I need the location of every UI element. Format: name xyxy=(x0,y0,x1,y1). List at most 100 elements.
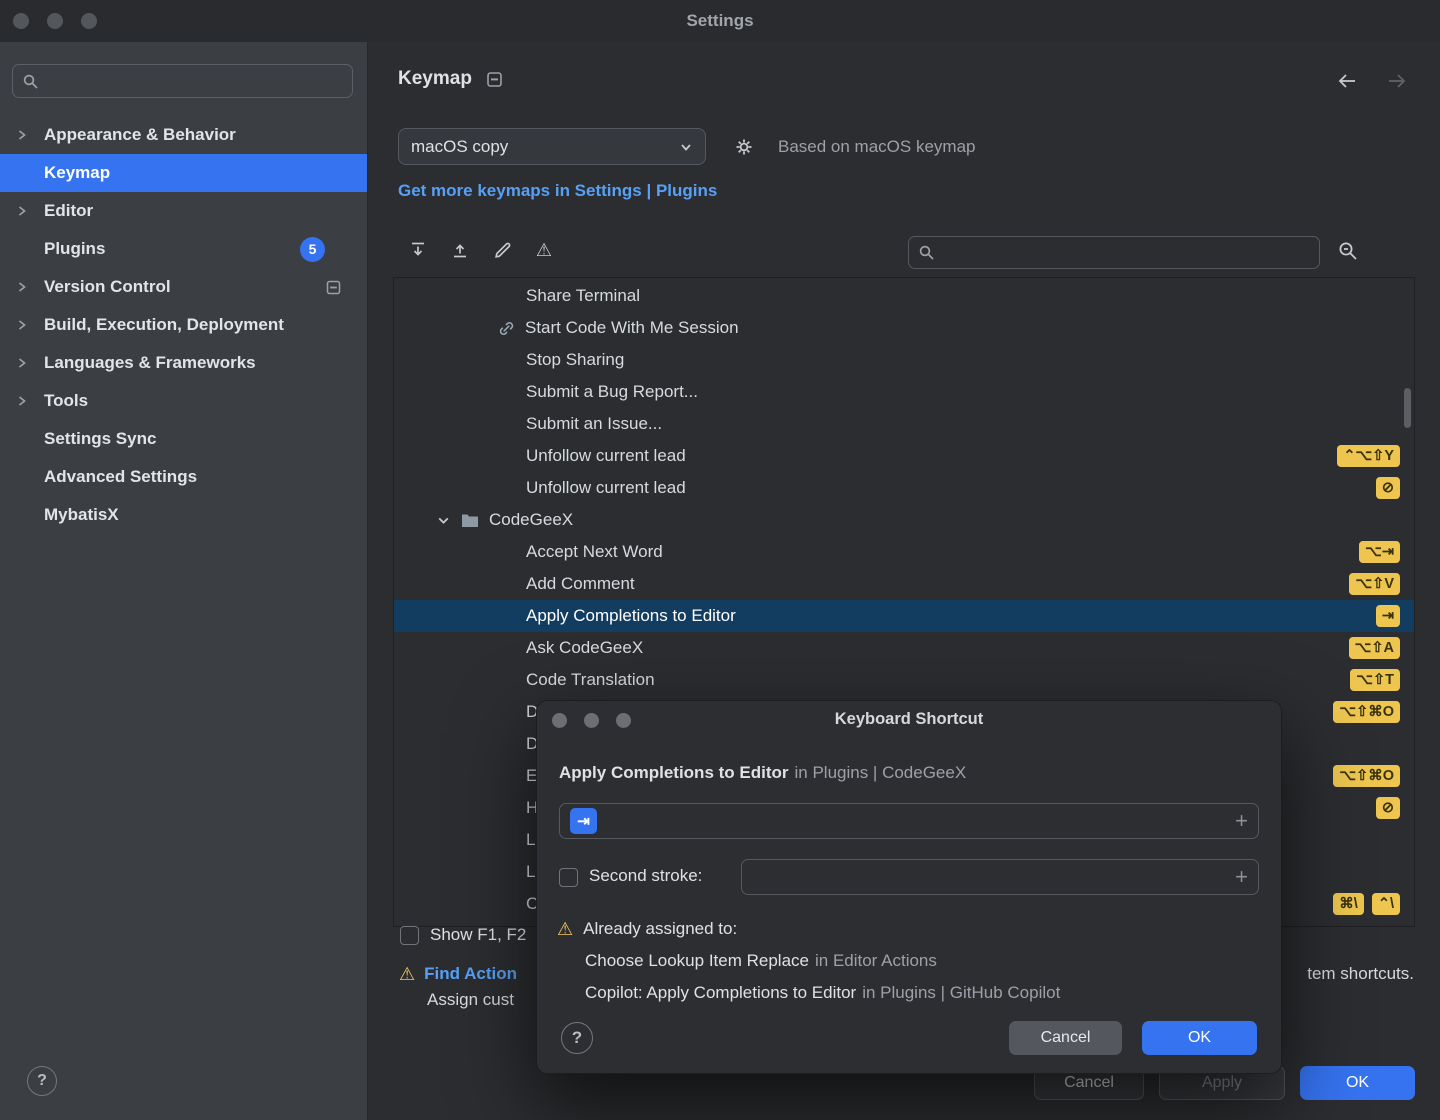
dialog-close-button[interactable] xyxy=(552,713,567,728)
tab-key-chip[interactable]: ⇥ xyxy=(570,808,597,834)
tree-row-stop-sharing[interactable]: Stop Sharing xyxy=(394,344,1414,376)
conflict-name: Copilot: Apply Completions to Editor xyxy=(585,983,856,1002)
sidebar-item-settings-sync[interactable]: Settings Sync xyxy=(0,420,367,458)
sidebar-search-input[interactable] xyxy=(46,72,343,90)
dialog-title: Keyboard Shortcut xyxy=(537,710,1281,729)
action-label: Submit an Issue... xyxy=(526,414,662,434)
gear-icon[interactable] xyxy=(734,137,754,157)
shortcut-badge: ⊘ xyxy=(1376,477,1400,499)
sidebar-item-label: MybatisX xyxy=(44,505,119,525)
warning-icon: ⚠ xyxy=(399,965,415,983)
tree-row-add-comment[interactable]: Add Comment⌥⇧V xyxy=(394,568,1414,600)
actions-search-input[interactable] xyxy=(942,244,1310,262)
action-label: Accept Next Word xyxy=(526,542,663,562)
sidebar-item-tools[interactable]: Tools xyxy=(0,382,367,420)
minimize-window-button[interactable] xyxy=(47,13,63,29)
second-stroke-label: Second stroke: xyxy=(589,866,702,886)
sidebar-item-build-execution-deployment[interactable]: Build, Execution, Deployment xyxy=(0,306,367,344)
add-second-stroke-icon[interactable]: + xyxy=(1235,866,1248,888)
actions-search-field[interactable] xyxy=(908,236,1320,269)
sidebar-item-mybatisx[interactable]: MybatisX xyxy=(0,496,367,534)
tree-scrollbar[interactable] xyxy=(1404,388,1411,428)
show-fkeys-checkbox[interactable] xyxy=(400,926,419,945)
second-stroke-field[interactable]: + xyxy=(741,859,1259,895)
back-arrow-icon[interactable] xyxy=(1336,72,1358,90)
dialog-minimize-button[interactable] xyxy=(584,713,599,728)
sidebar-item-editor[interactable]: Editor xyxy=(0,192,367,230)
shortcut-badge: ⌘\ xyxy=(1333,893,1364,915)
sidebar-item-label: Build, Execution, Deployment xyxy=(44,315,284,335)
expand-all-icon[interactable] xyxy=(406,238,430,262)
sidebar-item-appearance-behavior[interactable]: Appearance & Behavior xyxy=(0,116,367,154)
collapse-all-icon[interactable] xyxy=(448,238,472,262)
keymap-scheme-value: macOS copy xyxy=(411,137,508,157)
find-by-shortcut-icon[interactable] xyxy=(1336,239,1360,263)
sidebar-item-version-control[interactable]: Version Control xyxy=(0,268,367,306)
keymap-panel-icon xyxy=(486,71,503,88)
tree-row-accept-next-word[interactable]: Accept Next Word ⌥⇥ xyxy=(394,536,1414,568)
shortcut-badge: ⌥⇧⌘O xyxy=(1333,765,1400,787)
sidebar-search-field[interactable] xyxy=(12,64,353,98)
first-stroke-field[interactable]: ⇥ + xyxy=(559,803,1259,839)
tree-row-start-code-with-me-session[interactable]: Start Code With Me Session xyxy=(394,312,1414,344)
assign-custom-text: Assign cust xyxy=(427,990,514,1010)
action-label: L xyxy=(526,830,535,850)
sidebar-item-plugins[interactable]: Plugins5 xyxy=(0,230,367,268)
ok-button[interactable]: OK xyxy=(1300,1066,1415,1100)
shortcut-badge: ⌃⌥⇧Y xyxy=(1337,445,1400,467)
tree-row-ask-codegeex[interactable]: Ask CodeGeeX⌥⇧A xyxy=(394,632,1414,664)
help-button[interactable]: ? xyxy=(27,1066,57,1096)
system-shortcuts-text: tem shortcuts. xyxy=(1307,964,1414,984)
shortcut-badge: ⌃\ xyxy=(1372,893,1400,915)
tree-row-submit-an-issue[interactable]: Submit an Issue... xyxy=(394,408,1414,440)
edit-shortcut-icon[interactable] xyxy=(490,238,514,262)
action-label: Stop Sharing xyxy=(526,350,624,370)
sidebar-item-label: Keymap xyxy=(44,163,110,183)
window-title: Settings xyxy=(0,0,1440,42)
find-action-link[interactable]: Find Action xyxy=(424,964,517,984)
conflict-item: Copilot: Apply Completions to Editorin P… xyxy=(585,983,1060,1003)
tree-row-codegeex[interactable]: CodeGeeX xyxy=(394,504,1414,536)
shortcut-badge: ⇥ xyxy=(1376,605,1400,627)
zoom-window-button[interactable] xyxy=(81,13,97,29)
tree-row-share-terminal[interactable]: Share Terminal xyxy=(394,280,1414,312)
tree-row-unfollow-current-lead[interactable]: Unfollow current lead⊘ xyxy=(394,472,1414,504)
chevron-right-icon xyxy=(16,128,44,142)
get-more-keymaps-link[interactable]: Get more keymaps in Settings | Plugins xyxy=(398,181,717,201)
add-stroke-icon[interactable]: + xyxy=(1235,810,1248,832)
sidebar-item-advanced-settings[interactable]: Advanced Settings xyxy=(0,458,367,496)
forward-arrow-icon[interactable] xyxy=(1386,72,1408,90)
action-label: Share Terminal xyxy=(526,286,640,306)
tree-row-unfollow-current-lead[interactable]: Unfollow current lead⌃⌥⇧Y xyxy=(394,440,1414,472)
tree-row-apply-completions-to-editor[interactable]: Apply Completions to Editor⇥ xyxy=(394,600,1414,632)
sidebar-item-label: Appearance & Behavior xyxy=(44,125,236,145)
dialog-zoom-button[interactable] xyxy=(616,713,631,728)
shortcut-badge: ⌥⇧A xyxy=(1349,637,1400,659)
settings-window: { "window": { "title": "Settings" }, "si… xyxy=(0,0,1440,1120)
sidebar-item-languages-frameworks[interactable]: Languages & Frameworks xyxy=(0,344,367,382)
dialog-cancel-button[interactable]: Cancel xyxy=(1009,1021,1122,1055)
dialog-action-context: in Plugins | CodeGeeX xyxy=(795,763,967,782)
show-conflicts-icon[interactable]: ⚠ xyxy=(532,238,556,262)
dialog-help-button[interactable]: ? xyxy=(561,1022,593,1054)
shortcut-badge: ⌥⇧T xyxy=(1350,669,1400,691)
tree-row-code-translation[interactable]: Code Translation ⌥⇧T xyxy=(394,664,1414,696)
sidebar-item-keymap[interactable]: Keymap xyxy=(0,154,367,192)
chevron-down-icon[interactable] xyxy=(436,513,451,528)
sidebar-item-label: Advanced Settings xyxy=(44,467,197,487)
close-window-button[interactable] xyxy=(13,13,29,29)
sidebar-item-label: Tools xyxy=(44,391,88,411)
dialog-ok-button[interactable]: OK xyxy=(1142,1021,1257,1055)
sidebar-nav: Appearance & Behavior Keymap EditorPlugins… xyxy=(0,116,367,534)
tree-row-submit-a-bug-report[interactable]: Submit a Bug Report... xyxy=(394,376,1414,408)
already-assigned-label: Already assigned to: xyxy=(583,919,737,939)
action-label: Code Translation xyxy=(526,670,655,690)
chevron-right-icon xyxy=(16,394,44,408)
chevron-right-icon xyxy=(16,356,44,370)
shortcut-badge: ⌥⇥ xyxy=(1359,541,1400,563)
warning-icon: ⚠ xyxy=(557,920,573,938)
keymap-scheme-dropdown[interactable]: macOS copy xyxy=(398,128,706,165)
folder-icon xyxy=(461,513,479,528)
second-stroke-checkbox[interactable] xyxy=(559,868,578,887)
shortcut-badge: ⌥⇧⌘O xyxy=(1333,701,1400,723)
